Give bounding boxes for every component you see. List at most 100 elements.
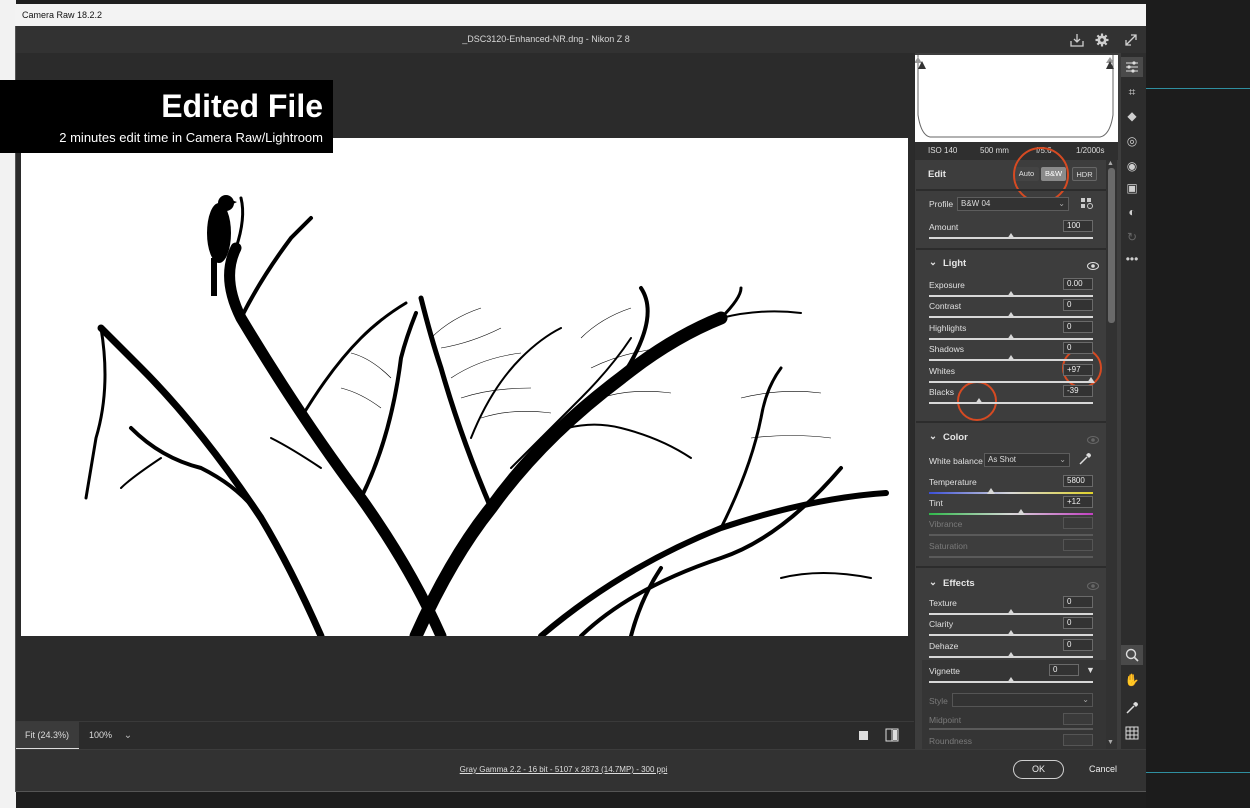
eye-icon[interactable] xyxy=(1087,578,1099,590)
eyedropper-icon[interactable] xyxy=(1078,452,1092,466)
effects-header[interactable]: Effects xyxy=(943,578,975,589)
blacks-slider[interactable] xyxy=(929,402,1093,404)
tint-slider-thumb[interactable] xyxy=(1016,509,1025,516)
exif-iso: ISO 140 xyxy=(928,146,958,155)
color-header[interactable]: Color xyxy=(943,432,968,443)
style-select[interactable]: ⌄ xyxy=(952,693,1093,707)
chevron-down-icon[interactable]: ⌄ xyxy=(120,722,136,749)
midpoint-slider[interactable] xyxy=(929,728,1093,730)
compare-view-icon[interactable] xyxy=(885,728,899,742)
crop-icon[interactable]: ⌗ xyxy=(1121,82,1143,102)
texture-value[interactable]: 0 xyxy=(1063,596,1093,608)
single-view-icon[interactable] xyxy=(858,729,870,741)
texture-slider-thumb[interactable] xyxy=(1007,609,1015,615)
tint-slider[interactable] xyxy=(929,513,1093,516)
whites-slider[interactable] xyxy=(929,380,1093,383)
temperature-slider[interactable] xyxy=(929,492,1093,494)
panel-scrollbar-thumb[interactable] xyxy=(1108,168,1115,323)
chevron-down-icon[interactable]: ⌄ xyxy=(929,431,937,442)
light-header[interactable]: Light xyxy=(943,258,966,269)
temperature-label: Temperature xyxy=(929,477,977,487)
saturation-value[interactable] xyxy=(1063,538,1093,551)
red-eye-icon[interactable]: ◉ xyxy=(1121,156,1143,176)
temperature-slider-thumb[interactable] xyxy=(987,488,996,494)
expand-icon[interactable] xyxy=(1121,26,1141,53)
vibrance-value[interactable] xyxy=(1063,517,1093,530)
vignette-label: Vignette xyxy=(929,666,961,676)
mask-icon[interactable]: ◎ xyxy=(1121,131,1143,151)
zoom-bar xyxy=(16,721,914,749)
roundness-label: Roundness xyxy=(929,736,973,746)
whites-slider-thumb[interactable] xyxy=(1086,376,1095,383)
eye-icon[interactable] xyxy=(1087,432,1099,444)
contrast-value[interactable]: 0 xyxy=(1063,299,1093,312)
clarity-slider-thumb[interactable] xyxy=(1007,630,1015,637)
chevron-down-icon[interactable]: ⌄ xyxy=(929,577,937,588)
hdr-button[interactable]: HDR xyxy=(1072,167,1097,181)
whites-value[interactable]: +97 xyxy=(1063,363,1093,376)
saturation-slider[interactable] xyxy=(929,555,1093,558)
scroll-up-icon[interactable]: ▲ xyxy=(1107,160,1114,167)
contrast-slider-thumb[interactable] xyxy=(1007,312,1015,319)
photo-preview xyxy=(21,138,908,636)
profile-select[interactable]: B&W 04 ⌄ xyxy=(957,197,1069,211)
blacks-slider-thumb[interactable] xyxy=(975,398,984,404)
hand-tool-icon[interactable]: ✋ xyxy=(1121,670,1143,690)
profile-browser-icon[interactable] xyxy=(1080,197,1094,210)
white-balance-select[interactable]: As Shot ⌄ xyxy=(984,453,1070,467)
vignette-slider-thumb[interactable] xyxy=(1007,677,1015,683)
exposure-label: Exposure xyxy=(929,280,965,290)
contrast-label: Contrast xyxy=(929,301,962,312)
amount-slider-thumb[interactable] xyxy=(1007,233,1015,239)
clarity-value[interactable]: 0 xyxy=(1063,617,1093,630)
eye-icon[interactable] xyxy=(1087,258,1099,270)
white-balance-value: As Shot xyxy=(988,455,1017,464)
chevron-down-icon: ⌄ xyxy=(1059,455,1066,464)
exif-focal: 500 mm xyxy=(980,146,1009,155)
exposure-value[interactable]: 0.00 xyxy=(1063,278,1093,290)
edit-header: Edit xyxy=(928,169,946,180)
dehaze-value[interactable]: 0 xyxy=(1063,638,1093,651)
cancel-button[interactable]: Cancel xyxy=(1082,760,1124,779)
highlights-value[interactable]: 0 xyxy=(1063,320,1093,333)
roundness-value[interactable] xyxy=(1063,734,1093,746)
zoom-100-button[interactable]: 100% xyxy=(80,722,120,749)
tint-value[interactable]: +12 xyxy=(1063,496,1093,509)
presets-icon[interactable]: ◐ xyxy=(1121,202,1143,222)
eraser-icon[interactable]: ◆ xyxy=(1121,106,1143,126)
dehaze-slider-thumb[interactable] xyxy=(1007,651,1015,658)
blacks-value[interactable]: -39 xyxy=(1063,385,1093,397)
shadow-clipping-icon[interactable] xyxy=(918,56,926,69)
ok-button[interactable]: OK xyxy=(1013,760,1064,779)
divider xyxy=(916,189,1106,191)
zoom-tool-icon[interactable] xyxy=(1121,645,1143,665)
shadows-value[interactable]: 0 xyxy=(1063,342,1093,355)
snapshots-icon[interactable]: ▣ xyxy=(1121,178,1143,198)
scroll-down-icon[interactable]: ▼ xyxy=(1107,739,1114,746)
amount-value[interactable]: 100 xyxy=(1063,220,1093,232)
vignette-menu-icon[interactable]: ▼ xyxy=(1086,665,1095,675)
texture-label: Texture xyxy=(929,598,957,608)
gear-icon[interactable] xyxy=(1092,26,1112,53)
exif-shutter: 1/2000s xyxy=(1076,146,1105,155)
chevron-down-icon[interactable]: ⌄ xyxy=(929,257,937,268)
save-icon[interactable] xyxy=(1067,26,1087,53)
vignette-value[interactable]: 0 xyxy=(1049,664,1079,676)
midpoint-value[interactable] xyxy=(1063,713,1093,725)
profile-label: Profile xyxy=(929,199,954,209)
highlights-slider-thumb[interactable] xyxy=(1007,333,1015,340)
workflow-options-link[interactable]: Gray Gamma 2.2 - 16 bit - 5107 x 2873 (1… xyxy=(16,765,1111,774)
exposure-slider-thumb[interactable] xyxy=(1007,291,1015,297)
vibrance-slider[interactable] xyxy=(929,534,1093,537)
shadows-slider-thumb[interactable] xyxy=(1007,355,1015,362)
color-sampler-icon[interactable] xyxy=(1121,698,1143,718)
more-icon[interactable]: ••• xyxy=(1121,249,1143,269)
sync-icon[interactable]: ↻ xyxy=(1121,227,1143,247)
background-right xyxy=(1146,0,1250,808)
temperature-value[interactable]: 5800 xyxy=(1063,475,1093,487)
divider xyxy=(916,566,1106,568)
highlight-clipping-icon[interactable] xyxy=(1106,56,1114,69)
edit-sliders-icon[interactable] xyxy=(1121,57,1143,77)
zoom-fit-button[interactable]: Fit (24.3%) xyxy=(16,722,79,749)
grid-overlay-icon[interactable] xyxy=(1121,723,1143,743)
